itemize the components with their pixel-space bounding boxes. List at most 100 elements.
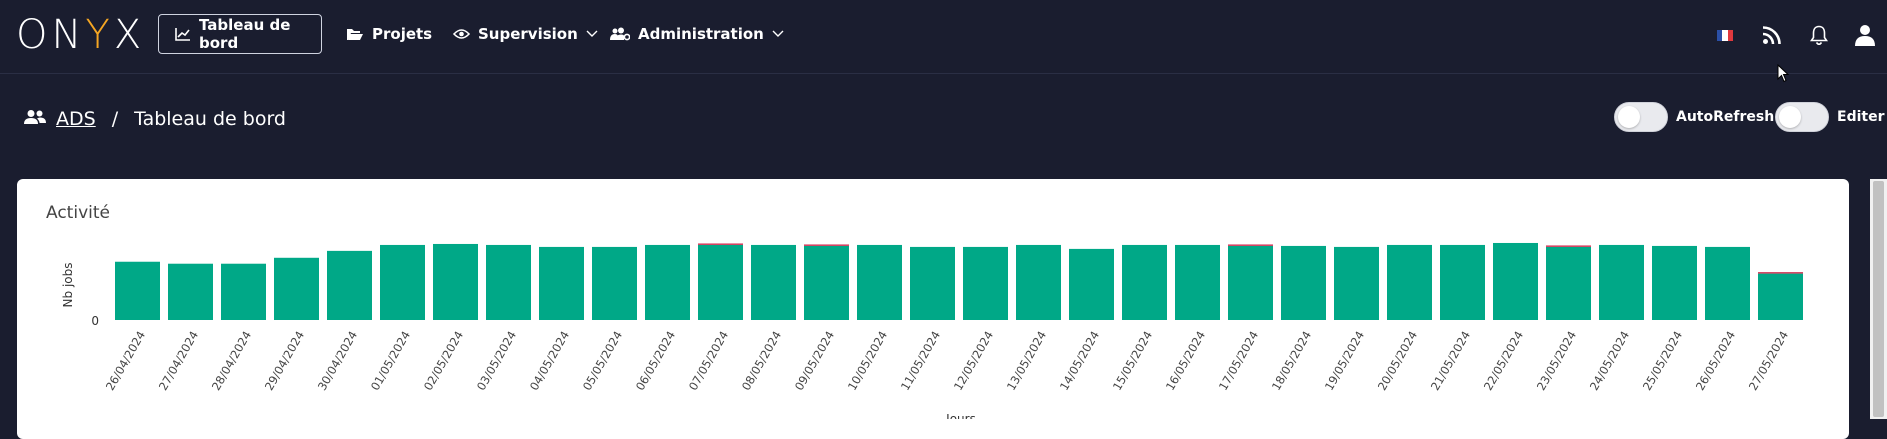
chart-bar (168, 263, 213, 320)
chart-bar (539, 246, 584, 320)
chart-bar (645, 244, 690, 320)
chart-bar (804, 245, 849, 320)
scrollbar-thumb[interactable] (1873, 181, 1884, 417)
editer-label: Editer (1837, 109, 1885, 125)
activity-card: Activité Nb jobs 0 26/04/2024 27/04/2024 28/… (17, 179, 1849, 439)
x-tick-label: 03/05/2024 (474, 329, 519, 393)
x-tick-label: 14/05/2024 (1057, 329, 1102, 393)
chart-bar (751, 244, 796, 320)
x-tick-label: 20/05/2024 (1375, 329, 1420, 393)
vertical-scrollbar[interactable] (1870, 179, 1887, 419)
autorefresh-toggle[interactable] (1614, 102, 1668, 132)
chart-bar (857, 244, 902, 320)
chart-bar (433, 243, 478, 320)
x-tick-label: 06/05/2024 (633, 329, 678, 393)
nav-label: Projets (372, 25, 433, 43)
chart-bar (963, 246, 1008, 320)
breadcrumb-separator: / (111, 108, 119, 130)
language-selector[interactable] (1717, 22, 1733, 48)
x-tick-label: 26/05/2024 (1693, 329, 1738, 393)
chart-bar-segment (1228, 244, 1273, 246)
x-tick-label: 05/05/2024 (580, 329, 625, 393)
chart-bar (1493, 242, 1538, 320)
chart-bar (1387, 244, 1432, 320)
x-tick-label: 04/05/2024 (527, 329, 572, 393)
nav-label: Administration (638, 25, 764, 43)
x-tick-label: 07/05/2024 (686, 329, 731, 393)
x-tick-label: 18/05/2024 (1269, 329, 1314, 393)
x-tick-label: 26/04/2024 (103, 329, 148, 393)
x-tick-label: 30/04/2024 (315, 329, 360, 393)
x-tick-label: 15/05/2024 (1110, 329, 1155, 393)
chart-bar-segment (698, 243, 743, 245)
y-tick-label: 0 (91, 314, 99, 328)
folder-open-icon (346, 27, 364, 41)
x-tick-label: 27/05/2024 (1746, 329, 1791, 393)
chart-bar (1228, 245, 1273, 320)
chevron-down-icon (772, 30, 784, 38)
nav-supervision[interactable]: Supervision (437, 14, 614, 54)
chart-bar (327, 250, 372, 320)
x-tick-label: 28/04/2024 (209, 329, 254, 393)
editer-toggle-group: Editer (1775, 101, 1884, 133)
eye-icon (453, 28, 470, 40)
toggle-knob (1618, 106, 1640, 128)
mouse-cursor-icon (1777, 63, 1790, 87)
chart-bar (592, 246, 637, 320)
y-axis-label: Nb jobs (61, 263, 75, 308)
nav-projets[interactable]: Projets (330, 14, 448, 54)
toggle-knob (1779, 106, 1801, 128)
x-tick-label: 11/05/2024 (898, 329, 943, 393)
editer-toggle[interactable] (1775, 102, 1829, 132)
nav-label: Tableau de bord (199, 16, 291, 52)
user-icon[interactable] (1855, 22, 1875, 48)
chart-bar (1599, 244, 1644, 320)
autorefresh-label: AutoRefresh (1676, 109, 1775, 125)
x-tick-label: 25/05/2024 (1640, 329, 1685, 393)
x-tick-label: 24/05/2024 (1587, 329, 1632, 393)
x-tick-label: 27/04/2024 (156, 329, 201, 393)
x-tick-label: 29/04/2024 (262, 329, 307, 393)
x-axis-label: Jours (945, 412, 976, 419)
x-tick-label: 23/05/2024 (1534, 329, 1579, 393)
chart-bar (910, 246, 955, 320)
chart-bar (1122, 244, 1167, 320)
x-tick-label: 10/05/2024 (845, 329, 890, 393)
x-tick-label: 01/05/2024 (368, 329, 413, 393)
chart-bar (221, 263, 266, 320)
x-tick-label: 21/05/2024 (1428, 329, 1473, 393)
chart-bar-segment (1546, 245, 1591, 247)
chart-bar-segment (1758, 272, 1803, 274)
chart-bar (1334, 246, 1379, 320)
chart-bar (1546, 246, 1591, 320)
breadcrumb-current: Tableau de bord (134, 108, 286, 130)
bell-icon[interactable] (1810, 22, 1828, 48)
nav-administration[interactable]: Administration (594, 14, 800, 54)
rss-icon[interactable] (1762, 22, 1782, 48)
chart-bar-segment (804, 244, 849, 246)
chart-bar (1652, 245, 1697, 320)
x-tick-label: 13/05/2024 (1004, 329, 1049, 393)
chart-bar (1175, 244, 1220, 320)
x-tick-label: 08/05/2024 (739, 329, 784, 393)
french-flag-icon (1717, 29, 1733, 41)
chart-bar (1705, 246, 1750, 320)
users-icon (24, 108, 46, 130)
chart-bar (486, 244, 531, 320)
onyx-logo[interactable]: ONYX (16, 15, 145, 55)
nav-label: Supervision (478, 25, 578, 43)
breadcrumb-link-ads[interactable]: ADS (56, 108, 96, 130)
x-tick-label: 09/05/2024 (792, 329, 837, 393)
chart-bar (1016, 244, 1061, 320)
chart-bar (1758, 273, 1803, 320)
x-tick-label: 17/05/2024 (1216, 329, 1261, 393)
nav-tableau-de-bord[interactable]: Tableau de bord (158, 14, 322, 54)
autorefresh-toggle-group: AutoRefresh (1614, 101, 1774, 133)
chart-bar (380, 244, 425, 320)
x-tick-label: 02/05/2024 (421, 329, 466, 393)
chart-bar (1069, 248, 1114, 320)
x-tick-label: 16/05/2024 (1163, 329, 1208, 393)
chart-bar (1440, 244, 1485, 320)
x-tick-label: 19/05/2024 (1322, 329, 1367, 393)
chart-bar (274, 257, 319, 320)
